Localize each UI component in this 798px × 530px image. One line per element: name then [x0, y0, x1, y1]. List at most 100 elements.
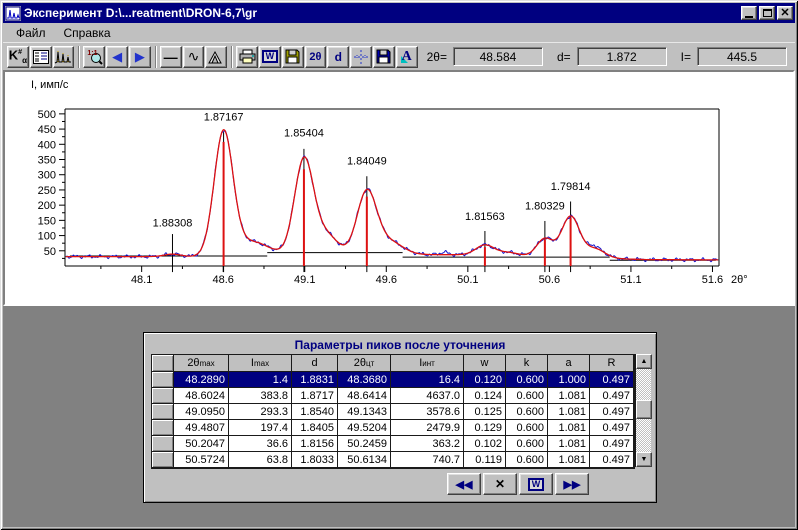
- table-cell[interactable]: 3578.6: [391, 404, 464, 420]
- menu-help[interactable]: Справка: [55, 25, 120, 42]
- column-header[interactable]: R: [590, 355, 634, 372]
- table-row[interactable]: 48.28901.41.883148.368016.40.1200.6001.0…: [152, 372, 634, 388]
- table-row[interactable]: 50.204736.61.815650.2459363.20.1020.6001…: [152, 436, 634, 452]
- table-cell[interactable]: 0.497: [590, 452, 634, 468]
- table-cell[interactable]: 1.081: [548, 436, 590, 452]
- table-cell[interactable]: 0.119: [464, 452, 506, 468]
- table-cell[interactable]: 0.125: [464, 404, 506, 420]
- table-cell[interactable]: 1.8405: [292, 420, 338, 436]
- table-cell[interactable]: 49.5204: [338, 420, 391, 436]
- table-cell[interactable]: 49.0950: [174, 404, 229, 420]
- column-header[interactable]: k: [506, 355, 548, 372]
- table-cell[interactable]: 0.497: [590, 420, 634, 436]
- table-cell[interactable]: 50.2047: [174, 436, 229, 452]
- table-cell[interactable]: 0.600: [506, 404, 548, 420]
- peak-fit-button[interactable]: [205, 46, 227, 68]
- table-row[interactable]: 49.4807197.41.840549.52042479.90.1290.60…: [152, 420, 634, 436]
- table-cell[interactable]: 0.102: [464, 436, 506, 452]
- table-cell[interactable]: 0.600: [506, 452, 548, 468]
- table-cell[interactable]: 48.6024: [174, 388, 229, 404]
- column-header[interactable]: d: [292, 355, 338, 372]
- table-cell[interactable]: 48.3680: [338, 372, 391, 388]
- column-header[interactable]: Imax: [229, 355, 292, 372]
- two-theta-mode-button[interactable]: 2θ: [305, 46, 327, 68]
- table-cell[interactable]: 1.081: [548, 452, 590, 468]
- table-cell[interactable]: 50.5724: [174, 452, 229, 468]
- table-cell[interactable]: 0.600: [506, 372, 548, 388]
- diffraction-chart[interactable]: 5010015020025030035040045050048.148.649.…: [5, 72, 793, 304]
- column-header[interactable]: a: [548, 355, 590, 372]
- maximize-button[interactable]: [759, 6, 775, 20]
- table-cell[interactable]: 0.497: [590, 372, 634, 388]
- grid-button[interactable]: [350, 46, 372, 68]
- table-cell[interactable]: 0.497: [590, 388, 634, 404]
- table-cell[interactable]: 36.6: [229, 436, 292, 452]
- row-header-cell[interactable]: [152, 404, 174, 420]
- row-header-cell[interactable]: [152, 452, 174, 468]
- prev-arrow-button[interactable]: ◀: [106, 46, 128, 68]
- column-header[interactable]: Iинт: [391, 355, 464, 372]
- table-cell[interactable]: 1.4: [229, 372, 292, 388]
- table-cell[interactable]: 293.3: [229, 404, 292, 420]
- table-cell[interactable]: 1.8540: [292, 404, 338, 420]
- row-header-cell[interactable]: [152, 436, 174, 452]
- table-cell[interactable]: 0.129: [464, 420, 506, 436]
- table-cell[interactable]: 48.2890: [174, 372, 229, 388]
- table-row[interactable]: 49.0950293.31.854049.13433578.60.1250.60…: [152, 404, 634, 420]
- table-cell[interactable]: 740.7: [391, 452, 464, 468]
- table-row[interactable]: 50.572463.81.803350.6134740.70.1190.6001…: [152, 452, 634, 468]
- scrollbar-up-button[interactable]: ▲: [636, 354, 652, 369]
- table-cell[interactable]: 49.1343: [338, 404, 391, 420]
- table-cell[interactable]: 1.081: [548, 404, 590, 420]
- table-cell[interactable]: 1.081: [548, 388, 590, 404]
- word-export-button[interactable]: W: [259, 46, 281, 68]
- first-peak-button[interactable]: ◀◀: [447, 473, 481, 495]
- table-cell[interactable]: 1.081: [548, 420, 590, 436]
- table-cell[interactable]: 383.8: [229, 388, 292, 404]
- close-button[interactable]: ✕: [777, 6, 793, 20]
- table-cell[interactable]: 1.8156: [292, 436, 338, 452]
- column-header[interactable]: 2θцт: [338, 355, 391, 372]
- menu-file[interactable]: Файл: [7, 25, 55, 42]
- scrollbar-down-button[interactable]: ▼: [636, 452, 652, 467]
- table-cell[interactable]: 16.4: [391, 372, 464, 388]
- table-cell[interactable]: 2479.9: [391, 420, 464, 436]
- table-cell[interactable]: 1.8717: [292, 388, 338, 404]
- table-cell[interactable]: 363.2: [391, 436, 464, 452]
- zoom-1to1-button[interactable]: 1:1: [83, 46, 105, 68]
- row-header-cell[interactable]: [152, 420, 174, 436]
- table-cell[interactable]: 0.497: [590, 404, 634, 420]
- table-cell[interactable]: 0.600: [506, 420, 548, 436]
- table-cell[interactable]: 1.8033: [292, 452, 338, 468]
- background-line-button[interactable]: —: [160, 46, 182, 68]
- table-cell[interactable]: 197.4: [229, 420, 292, 436]
- table-cell[interactable]: 50.2459: [338, 436, 391, 452]
- chart-panel[interactable]: 5010015020025030035040045050048.148.649.…: [3, 70, 795, 306]
- table-cell[interactable]: 4637.0: [391, 388, 464, 404]
- table-cell[interactable]: 0.497: [590, 436, 634, 452]
- table-cell[interactable]: 0.124: [464, 388, 506, 404]
- kalpha-button[interactable]: K#α: [7, 46, 29, 68]
- table-cell[interactable]: 1.8831: [292, 372, 338, 388]
- table-cell[interactable]: 49.4807: [174, 420, 229, 436]
- text-label-button[interactable]: A: [396, 46, 418, 68]
- peak-list-button[interactable]: [30, 46, 52, 68]
- last-peak-button[interactable]: ▶▶: [555, 473, 589, 495]
- print-button[interactable]: [236, 46, 258, 68]
- table-cell[interactable]: 0.600: [506, 388, 548, 404]
- save-picture-button[interactable]: [373, 46, 395, 68]
- table-cell[interactable]: 63.8: [229, 452, 292, 468]
- table-cell[interactable]: 50.6134: [338, 452, 391, 468]
- minimize-button[interactable]: [741, 6, 757, 20]
- d-mode-button[interactable]: d: [327, 46, 349, 68]
- table-cell[interactable]: 1.000: [548, 372, 590, 388]
- save-data-button[interactable]: [282, 46, 304, 68]
- column-header[interactable]: 2θmax: [174, 355, 229, 372]
- row-header-cell[interactable]: [152, 388, 174, 404]
- table-row[interactable]: 48.6024383.81.871748.64144637.00.1240.60…: [152, 388, 634, 404]
- table-cell[interactable]: 48.6414: [338, 388, 391, 404]
- spectrum-button[interactable]: [53, 46, 75, 68]
- delete-peak-button[interactable]: ✕: [483, 473, 517, 495]
- table-cell[interactable]: 0.120: [464, 372, 506, 388]
- word-report-button[interactable]: W: [519, 473, 553, 495]
